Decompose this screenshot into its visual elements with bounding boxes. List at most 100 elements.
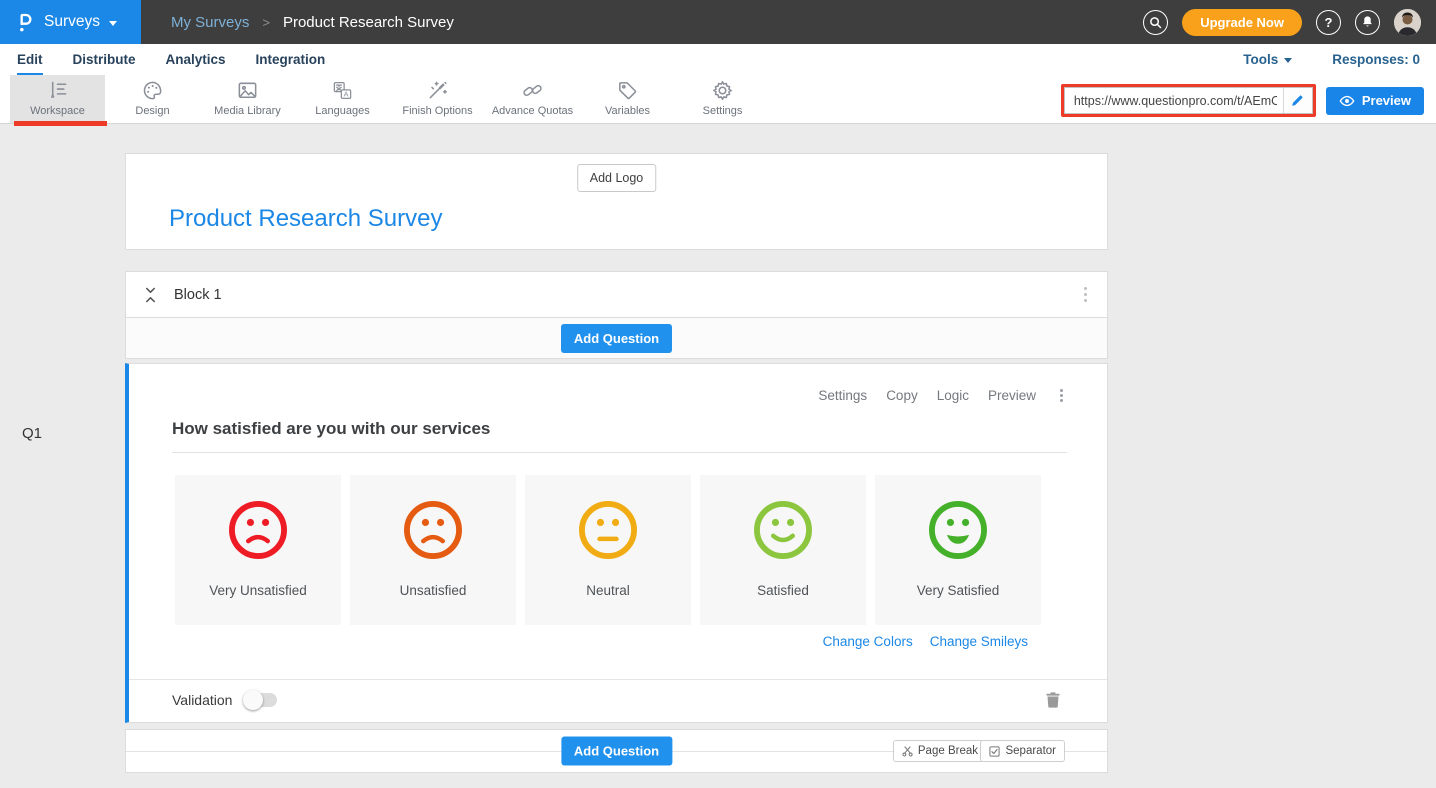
question-mark-icon: ?: [1325, 15, 1333, 30]
workspace-canvas: Q1 Add Logo Product Research Survey Bloc…: [0, 124, 1436, 788]
question-copy-link[interactable]: Copy: [886, 388, 918, 403]
bell-icon: [1361, 15, 1374, 29]
media-library-icon: [236, 79, 259, 102]
survey-nav-row: Edit Distribute Analytics Integration Tools…: [0, 44, 1436, 75]
survey-url-input[interactable]: [1065, 88, 1283, 113]
nav-right: Tools Responses: 0: [1243, 52, 1420, 67]
change-colors-link[interactable]: Change Colors: [823, 634, 913, 649]
search-icon: [1149, 16, 1162, 29]
question-preview-link[interactable]: Preview: [988, 388, 1036, 403]
top-app-bar: Surveys My Surveys > Product Research Su…: [0, 0, 1436, 44]
avatar-photo: [1394, 9, 1421, 36]
smiley-option-satisfied[interactable]: Satisfied: [700, 475, 866, 625]
block-menu-button[interactable]: [1080, 283, 1092, 307]
block-footer-row: Add Question Page Break Separator: [125, 729, 1108, 773]
delete-question-button[interactable]: [1044, 690, 1062, 710]
toolbar-item-variables[interactable]: Variables: [580, 75, 675, 123]
preview-button[interactable]: Preview: [1326, 87, 1424, 115]
smiley-very-satisfied-icon: [926, 498, 990, 562]
smiley-option-very-unsatisfied[interactable]: Very Unsatisfied: [175, 475, 341, 625]
search-button[interactable]: [1143, 10, 1168, 35]
toolbar-item-languages[interactable]: A Languages: [295, 75, 390, 123]
survey-block: Block 1 Add Question Settings Copy Logic…: [125, 271, 1108, 773]
question-logic-link[interactable]: Logic: [937, 388, 969, 403]
variables-tag-icon: [616, 79, 639, 102]
separator-button[interactable]: Separator: [980, 740, 1065, 762]
checkbox-checked-icon: [989, 746, 1000, 757]
tools-menu[interactable]: Tools: [1243, 52, 1292, 67]
notifications-button[interactable]: [1355, 10, 1380, 35]
tab-integration[interactable]: Integration: [256, 44, 326, 75]
workspace-annotation-underline: [14, 121, 107, 126]
collapse-vertical-icon: [144, 287, 157, 303]
smiley-neutral-icon: [576, 498, 640, 562]
settings-gear-icon: [711, 79, 734, 102]
smiley-unsatisfied-icon: [401, 498, 465, 562]
add-logo-button[interactable]: Add Logo: [577, 164, 657, 192]
toolbar-item-design[interactable]: Design: [105, 75, 200, 123]
design-palette-icon: [141, 79, 164, 102]
question-text[interactable]: How satisfied are you with our services: [172, 419, 1067, 453]
workspace-icon: [46, 79, 69, 102]
separator-label: Separator: [1005, 745, 1056, 757]
breadcrumb-my-surveys[interactable]: My Surveys: [171, 14, 249, 31]
smiley-option-unsatisfied[interactable]: Unsatisfied: [350, 475, 516, 625]
question-footer: Validation: [129, 677, 1107, 722]
question-actions: Settings Copy Logic Preview: [818, 385, 1067, 406]
preview-label: Preview: [1362, 93, 1411, 108]
toolbar-item-workspace[interactable]: Workspace: [10, 75, 105, 123]
page-break-button[interactable]: Page Break: [893, 740, 987, 762]
validation-toggle[interactable]: [244, 693, 277, 707]
user-avatar[interactable]: [1394, 9, 1421, 36]
toolbar-items: Workspace Design Media Library A Languag…: [10, 75, 770, 123]
tab-edit[interactable]: Edit: [17, 44, 43, 75]
languages-icon: A: [331, 79, 354, 102]
smiley-option-very-satisfied[interactable]: Very Satisfied: [875, 475, 1041, 625]
survey-title[interactable]: Product Research Survey: [169, 205, 442, 233]
smiley-option-neutral[interactable]: Neutral: [525, 475, 691, 625]
scissors-icon: [902, 745, 913, 757]
block-title: Block 1: [174, 287, 222, 303]
pencil-icon: [1291, 94, 1304, 107]
smiley-satisfied-icon: [751, 498, 815, 562]
add-question-button-top[interactable]: Add Question: [561, 324, 672, 353]
question-number-label: Q1: [22, 425, 42, 442]
add-question-button-bottom[interactable]: Add Question: [561, 737, 672, 766]
tab-analytics[interactable]: Analytics: [166, 44, 226, 75]
responses-count: Responses: 0: [1332, 52, 1420, 67]
smiley-very-unsatisfied-icon: [226, 498, 290, 562]
collapse-block-button[interactable]: [142, 285, 159, 305]
toolbar-item-advance-quotas[interactable]: Advance Quotas: [485, 75, 580, 123]
upgrade-now-button[interactable]: Upgrade Now: [1182, 9, 1302, 36]
topbar-actions: Upgrade Now ?: [1143, 9, 1436, 36]
edit-url-button[interactable]: [1283, 88, 1312, 113]
block-header: Block 1: [125, 271, 1108, 318]
surveys-app-menu[interactable]: Surveys: [0, 0, 141, 44]
chevron-down-icon: [1284, 58, 1292, 63]
toolbar-item-settings[interactable]: Settings: [675, 75, 770, 123]
smiley-scale-options: Very Unsatisfied Unsatisfied Neutral: [175, 475, 1041, 625]
add-question-row: Add Question: [125, 318, 1108, 359]
page-break-label: Page Break: [918, 745, 978, 757]
toolbar-right: Preview: [1061, 84, 1424, 117]
trash-icon: [1046, 692, 1060, 708]
breadcrumb: My Surveys > Product Research Survey: [171, 14, 454, 31]
tab-distribute[interactable]: Distribute: [73, 44, 136, 75]
breadcrumb-current-survey: Product Research Survey: [283, 14, 454, 31]
survey-header-card: Add Logo Product Research Survey: [125, 153, 1108, 250]
nav-tabs: Edit Distribute Analytics Integration: [17, 44, 325, 75]
advance-quotas-link-icon: [521, 79, 544, 102]
question-menu-button[interactable]: [1056, 385, 1067, 406]
change-smileys-link[interactable]: Change Smileys: [930, 634, 1028, 649]
questionpro-logo-icon: [15, 9, 35, 35]
question-settings-link[interactable]: Settings: [818, 388, 867, 403]
survey-url-annotation-box: [1061, 84, 1316, 117]
toolbar-item-finish-options[interactable]: Finish Options: [390, 75, 485, 123]
breadcrumb-separator: >: [262, 15, 270, 30]
editor-toolbar: Workspace Design Media Library A Languag…: [0, 75, 1436, 124]
smiley-config-links: Change Colors Change Smileys: [823, 634, 1028, 649]
eye-icon: [1339, 95, 1355, 107]
toolbar-item-media-library[interactable]: Media Library: [200, 75, 295, 123]
help-button[interactable]: ?: [1316, 10, 1341, 35]
validation-label: Validation: [172, 692, 232, 708]
